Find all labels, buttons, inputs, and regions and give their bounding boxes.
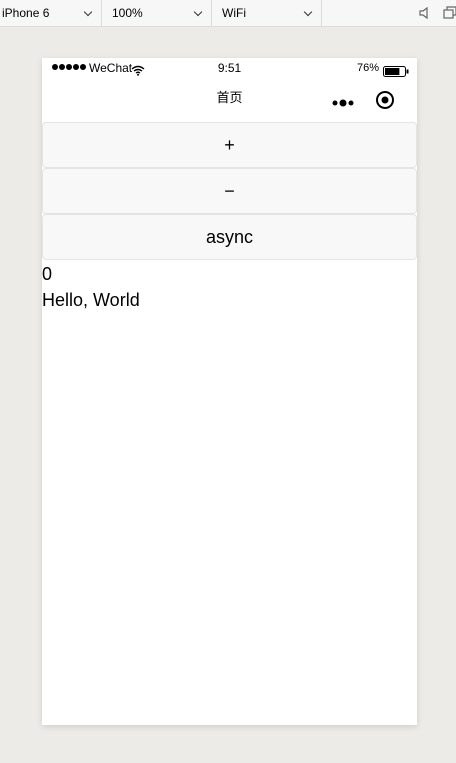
network-select[interactable]: WiFi — [212, 0, 322, 26]
chevron-down-icon — [83, 7, 93, 17]
async-button[interactable]: async — [42, 214, 417, 260]
counter-value: 0 — [42, 264, 53, 284]
chevron-down-icon — [303, 7, 313, 17]
phone-screen: WeChat 9:51 76% 首页 + − async 0 Hello, Wo… — [42, 58, 417, 725]
zoom-select-value: 100% — [112, 6, 143, 20]
chevron-down-icon — [193, 7, 203, 17]
battery-percentage: 76% — [356, 62, 379, 74]
simulator-toolbar: iPhone 6 100% WiFi — [0, 0, 456, 27]
network-select-value: WiFi — [222, 6, 246, 20]
speaker-mute-icon[interactable] — [418, 6, 432, 25]
status-bar: WeChat 9:51 76% — [42, 58, 417, 78]
device-select-value: iPhone 6 — [2, 6, 50, 20]
window-icon[interactable] — [443, 6, 456, 25]
increment-button[interactable]: + — [42, 122, 417, 168]
record-close-icon[interactable] — [375, 90, 395, 115]
more-dots-icon[interactable] — [332, 94, 354, 112]
decrement-button[interactable]: − — [42, 168, 417, 214]
navigation-bar: 首页 — [42, 78, 417, 122]
device-select[interactable]: iPhone 6 — [0, 0, 102, 26]
greeting-text: Hello, World — [42, 290, 140, 310]
zoom-select[interactable]: 100% — [102, 0, 212, 26]
page-title: 首页 — [216, 91, 243, 106]
